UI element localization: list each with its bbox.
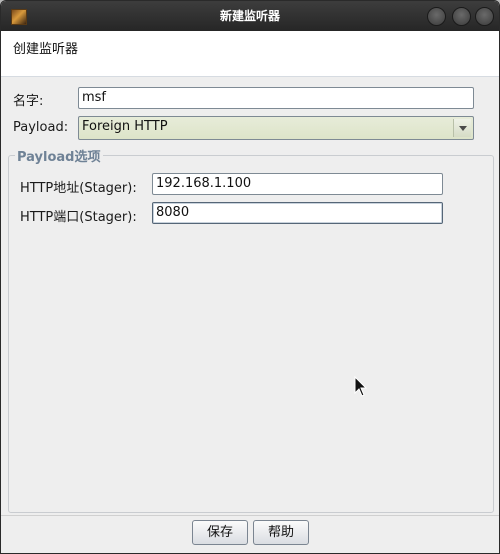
footer-separator	[1, 515, 499, 516]
payload-label: Payload:	[13, 120, 69, 135]
http-port-label: HTTP端口(Stager):	[20, 210, 137, 225]
http-host-label: HTTP地址(Stager):	[20, 181, 137, 196]
chevron-down-icon[interactable]	[453, 119, 471, 137]
window-title: 新建监听器	[219, 9, 280, 23]
new-listener-dialog: 新建监听器 创建监听器 名字: msf Payload: Foreign HTT…	[0, 0, 500, 554]
header-title: 创建监听器	[13, 42, 79, 57]
payload-selected-value: Foreign HTTP	[82, 119, 168, 134]
close-icon[interactable]	[475, 7, 494, 26]
maximize-icon[interactable]	[452, 7, 471, 26]
payload-select[interactable]: Foreign HTTP	[78, 116, 474, 140]
save-button[interactable]: 保存	[192, 520, 248, 545]
minimize-icon[interactable]	[427, 7, 446, 26]
name-input[interactable]: msf	[78, 87, 474, 109]
title-bar[interactable]: 新建监听器	[1, 1, 499, 31]
http-host-input[interactable]: 192.168.1.100	[152, 173, 443, 195]
name-label: 名字:	[13, 94, 44, 109]
help-button[interactable]: 帮助	[253, 520, 309, 545]
payload-options-legend: Payload选项	[15, 146, 103, 165]
header-panel: 创建监听器	[1, 31, 499, 77]
mouse-pointer-icon	[354, 376, 368, 397]
http-port-input[interactable]: 8080	[152, 202, 443, 224]
